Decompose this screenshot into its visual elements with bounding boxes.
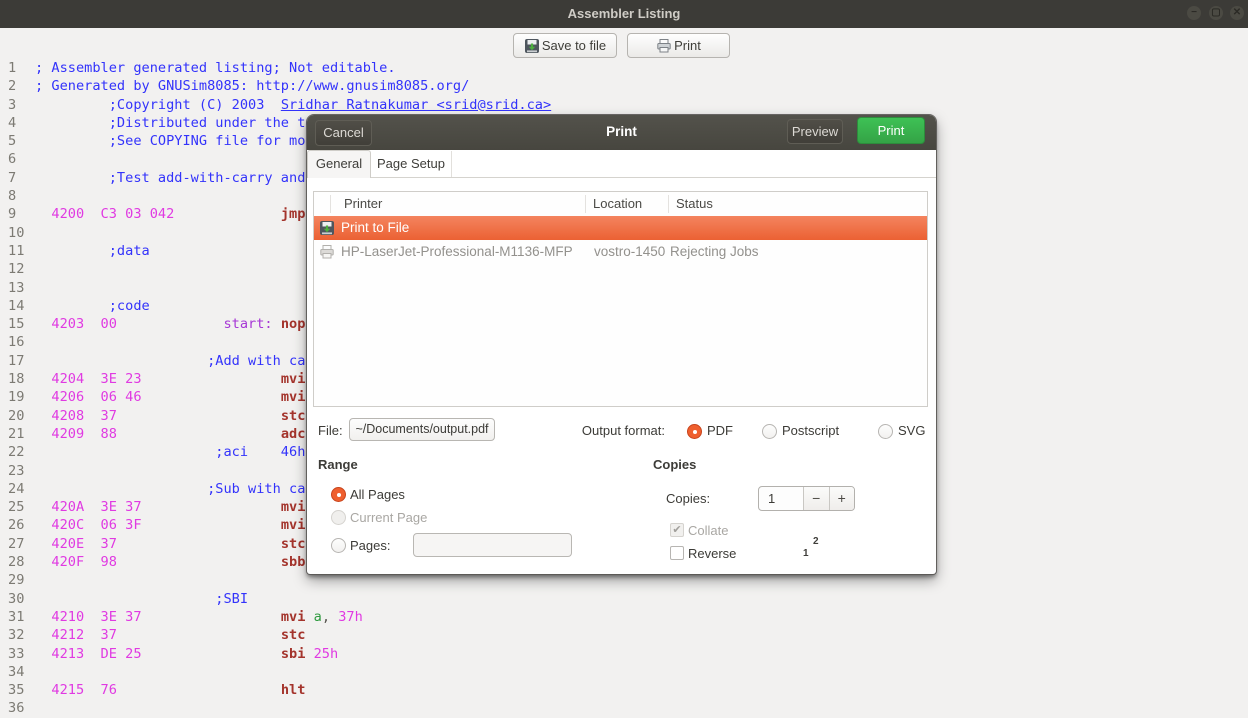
save-icon bbox=[524, 38, 540, 54]
collate-page-1: 1 bbox=[803, 548, 809, 559]
column-separator bbox=[668, 195, 669, 213]
radio-postscript[interactable] bbox=[762, 424, 777, 439]
col-status[interactable]: Status bbox=[676, 196, 713, 211]
current-page-label: Current Page bbox=[350, 510, 427, 525]
printer-row-hp-laserjet[interactable]: HP-LaserJet-Professional-M1136-MFP vostr… bbox=[314, 240, 927, 264]
tabs-underline bbox=[307, 177, 936, 178]
radio-postscript-label: Postscript bbox=[782, 423, 839, 438]
reverse-label: Reverse bbox=[688, 546, 736, 561]
tab-page-setup[interactable]: Page Setup bbox=[371, 151, 452, 177]
collate-page-2: 2 bbox=[813, 536, 819, 547]
print-button[interactable]: Print bbox=[857, 117, 925, 144]
copies-decrement-button[interactable]: − bbox=[803, 487, 829, 510]
output-format-label: Output format: bbox=[543, 423, 665, 438]
tab-general[interactable]: General bbox=[307, 150, 371, 178]
radio-pages[interactable] bbox=[331, 538, 346, 553]
save-to-file-button[interactable]: Save to file bbox=[513, 33, 617, 58]
print-button-toolbar[interactable]: Print bbox=[627, 33, 730, 58]
file-button[interactable]: ~/Documents/output.pdf bbox=[349, 418, 495, 441]
col-printer[interactable]: Printer bbox=[344, 196, 382, 211]
printer-status: Rejecting Jobs bbox=[670, 244, 759, 259]
all-pages-label: All Pages bbox=[350, 487, 405, 502]
preview-button[interactable]: Preview bbox=[787, 119, 843, 144]
copies-stepper: 1 − + bbox=[758, 486, 855, 511]
dialog-tabs: General Page Setup bbox=[307, 150, 936, 178]
print-toolbar-label: Print bbox=[674, 38, 701, 53]
collate-label: Collate bbox=[688, 523, 728, 538]
column-separator bbox=[330, 195, 331, 213]
pages-label: Pages: bbox=[350, 538, 390, 553]
copies-value[interactable]: 1 bbox=[759, 487, 803, 510]
reverse-checkbox[interactable] bbox=[670, 546, 684, 560]
radio-pdf-label: PDF bbox=[707, 423, 733, 438]
collate-checkbox[interactable]: ✔ bbox=[670, 523, 684, 537]
maximize-icon[interactable]: ▢ bbox=[1209, 6, 1223, 20]
radio-pdf[interactable] bbox=[687, 424, 702, 439]
save-to-file-label: Save to file bbox=[542, 38, 606, 53]
radio-current-page[interactable] bbox=[331, 510, 346, 525]
column-separator bbox=[585, 195, 586, 213]
printer-row-print-to-file[interactable]: Print to File bbox=[314, 216, 927, 240]
window-titlebar: Assembler Listing − ▢ ✕ bbox=[0, 0, 1248, 28]
printer-icon bbox=[319, 244, 335, 260]
radio-all-pages[interactable] bbox=[331, 487, 346, 502]
radio-svg[interactable] bbox=[878, 424, 893, 439]
printer-name: Print to File bbox=[341, 220, 409, 235]
save-icon bbox=[319, 220, 335, 236]
close-icon[interactable]: ✕ bbox=[1230, 6, 1244, 20]
file-label: File: bbox=[318, 423, 343, 438]
copies-increment-button[interactable]: + bbox=[829, 487, 855, 510]
window-title: Assembler Listing bbox=[0, 6, 1248, 21]
printer-name: HP-LaserJet-Professional-M1136-MFP bbox=[341, 244, 573, 259]
printer-location: vostro-1450 bbox=[594, 244, 665, 259]
minimize-icon[interactable]: − bbox=[1187, 6, 1201, 20]
pages-input[interactable] bbox=[413, 533, 572, 557]
print-dialog: Cancel Print Preview Print General Page … bbox=[307, 115, 936, 574]
printer-table: Printer Location Status Print to File HP… bbox=[313, 191, 928, 407]
printer-table-header: Printer Location Status bbox=[314, 192, 927, 216]
col-location[interactable]: Location bbox=[593, 196, 642, 211]
line-number-gutter: 1 2 3 4 5 6 7 8 9 10 11 12 13 14 15 16 1… bbox=[8, 59, 24, 718]
copies-label: Copies: bbox=[666, 491, 710, 506]
range-header: Range bbox=[318, 457, 358, 472]
printer-icon bbox=[656, 38, 672, 54]
copies-header: Copies bbox=[653, 457, 696, 472]
radio-svg-label: SVG bbox=[898, 423, 925, 438]
print-dialog-header: Cancel Print Preview Print bbox=[307, 115, 936, 150]
